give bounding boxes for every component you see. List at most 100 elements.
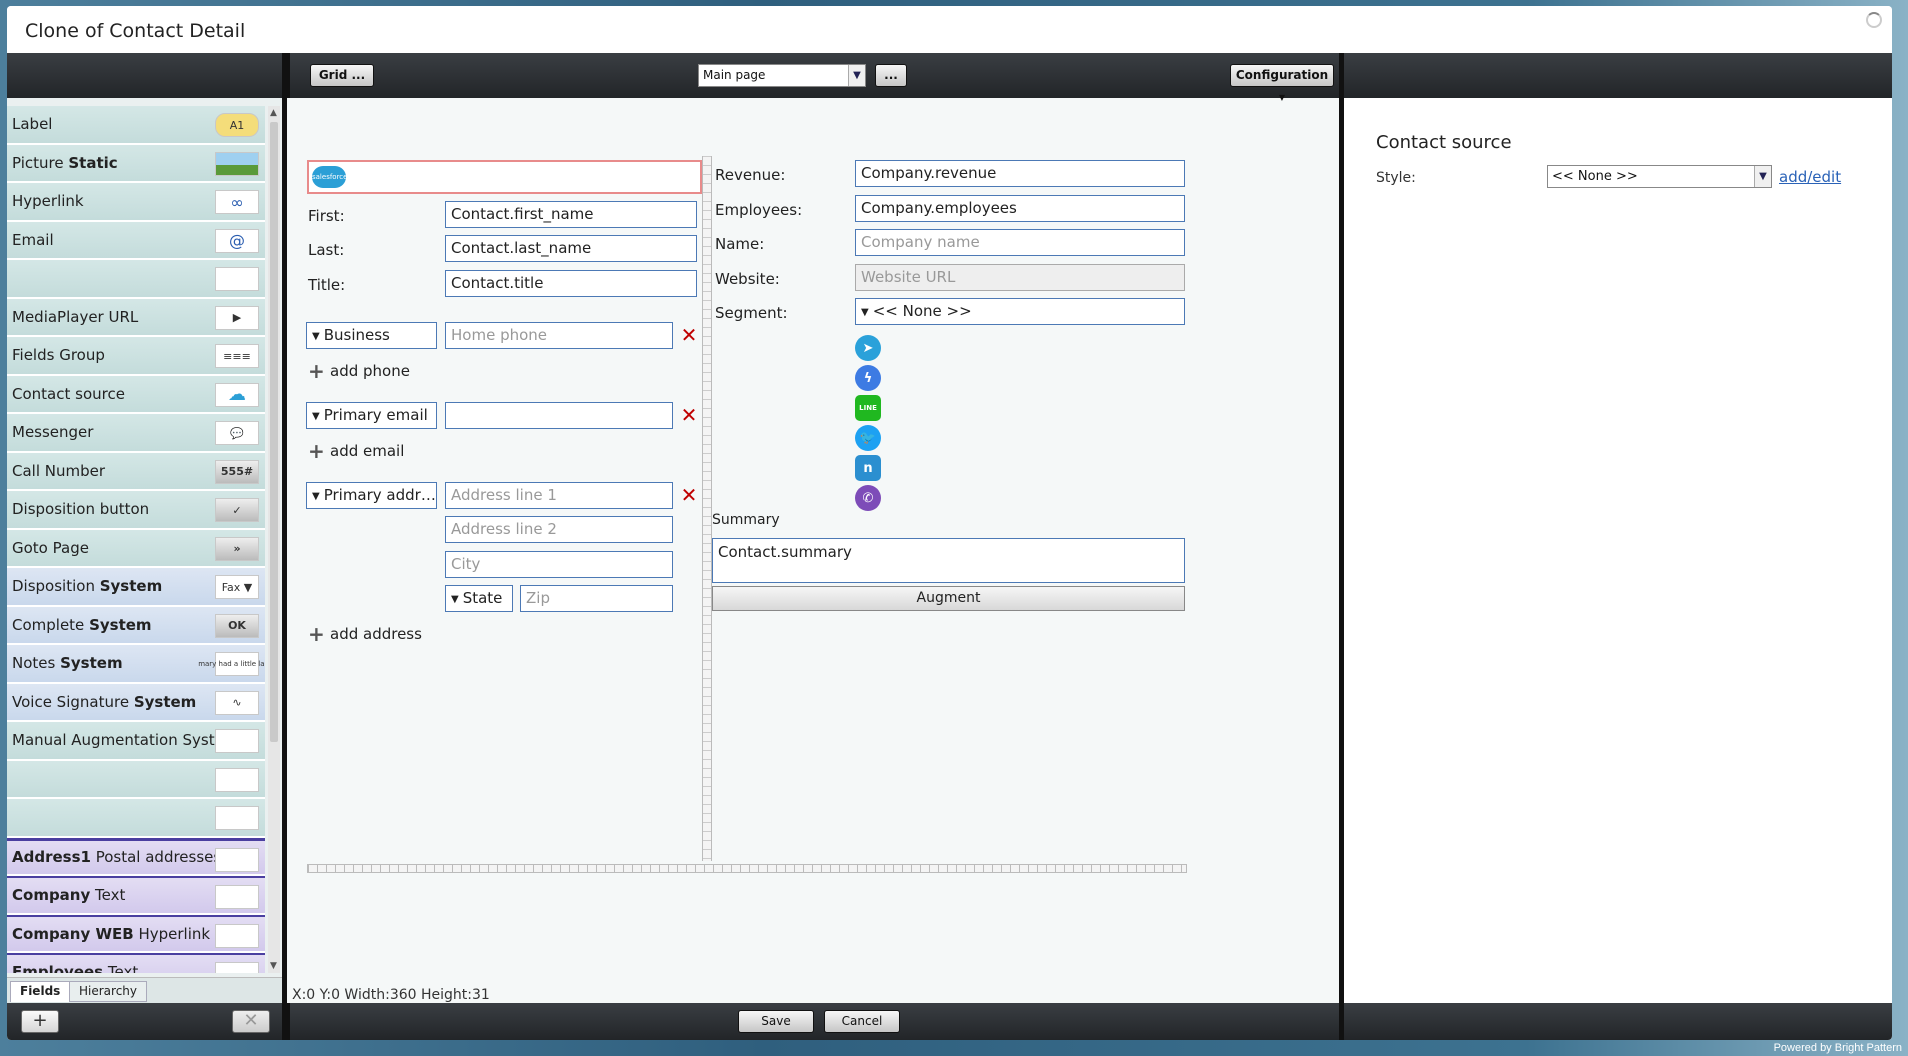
scroll-up-arrow-icon[interactable]: ▲: [270, 108, 277, 118]
tab-fields[interactable]: Fields: [10, 981, 71, 1002]
column-splitter[interactable]: [702, 156, 712, 861]
title-bar: Clone of Contact Detail: [7, 6, 1892, 53]
scroll-down-arrow-icon[interactable]: ▼: [270, 961, 277, 971]
delete-address-icon[interactable]: ✕: [680, 485, 698, 505]
revenue-field[interactable]: Company.revenue: [855, 160, 1185, 187]
palette-item-type: Notes: [12, 654, 61, 673]
last-name-field[interactable]: Contact.last_name: [445, 235, 697, 262]
delete-phone-icon[interactable]: ✕: [680, 325, 698, 345]
palette-item[interactable]: [7, 260, 265, 299]
palette-item-type: Disposition: [12, 577, 100, 596]
palette-item[interactable]: Disposition button ✓: [7, 491, 265, 530]
palette-item[interactable]: Company WEB Hyperlink: [7, 914, 265, 953]
add-email-label: add email: [330, 442, 405, 460]
city-field[interactable]: City: [445, 551, 673, 578]
home-phone-field[interactable]: Home phone: [445, 322, 673, 349]
page-options-button[interactable]: ...: [875, 64, 907, 87]
add-address-link[interactable]: + add address: [308, 622, 422, 646]
checkmark-icon: ✓: [215, 498, 259, 522]
segment-value: << None >>: [872, 302, 972, 320]
address-type-dropdown[interactable]: ▼ Primary addr…: [306, 482, 437, 509]
grid-button[interactable]: Grid ...: [310, 64, 374, 87]
zip-field[interactable]: Zip: [520, 585, 673, 612]
configuration-button[interactable]: Configuration ▼: [1230, 64, 1334, 102]
palette-item[interactable]: MediaPlayer URL ▶: [7, 298, 265, 337]
twitter-icon[interactable]: 🐦: [855, 425, 881, 451]
palette-item-suffix: System: [60, 654, 123, 673]
palette-item[interactable]: Disposition System Fax ▼: [7, 568, 265, 607]
revenue-label: Revenue:: [715, 166, 786, 184]
address-line1-field[interactable]: Address line 1: [445, 482, 673, 509]
tab-hierarchy[interactable]: Hierarchy: [69, 981, 148, 1002]
employees-label: Employees:: [715, 201, 803, 219]
caret-down-icon: ▼: [312, 331, 320, 342]
state-value: State: [462, 589, 503, 607]
palette-item[interactable]: [7, 799, 265, 838]
palette-item[interactable]: Complete System OK: [7, 606, 265, 645]
palette-scrollbar[interactable]: ▲ ▼: [268, 106, 280, 973]
palette-item[interactable]: Messenger 💬: [7, 414, 265, 453]
email-field[interactable]: [445, 402, 673, 429]
palette-item[interactable]: Employees Text: [7, 953, 265, 973]
address-line2-field[interactable]: Address line 2: [445, 516, 673, 543]
ok-icon: OK: [215, 613, 259, 638]
add-phone-label: add phone: [330, 362, 410, 380]
palette-item-name: Address1: [12, 848, 91, 867]
add-phone-link[interactable]: + add phone: [308, 359, 410, 383]
palette-item[interactable]: Company Text: [7, 876, 265, 915]
add-email-link[interactable]: + add email: [308, 439, 404, 463]
add-field-button[interactable]: +: [21, 1010, 59, 1033]
remove-field-button[interactable]: ✕: [232, 1010, 270, 1033]
email-type-dropdown[interactable]: ▼ Primary email: [306, 402, 437, 429]
salesforce-logo-icon: salesforce: [312, 166, 347, 188]
palette-item-label: Company WEB Hyperlink: [12, 925, 210, 943]
segment-dropdown[interactable]: ▼ << None >>: [855, 298, 1185, 325]
add-edit-link[interactable]: add/edit: [1779, 168, 1841, 186]
telegram-icon[interactable]: ➤: [855, 335, 881, 361]
contact-source-widget[interactable]: salesforce: [307, 160, 702, 194]
employees-field[interactable]: Company.employees: [855, 195, 1185, 222]
line-icon[interactable]: LINE: [855, 395, 881, 421]
blank-icon: [215, 962, 259, 973]
palette-item[interactable]: Address1 Postal addresses: [7, 837, 265, 876]
email-icon: @: [215, 228, 259, 253]
palette-item[interactable]: Goto Page »: [7, 529, 265, 568]
scroll-thumb[interactable]: [270, 122, 278, 742]
call-number-icon: 555#: [215, 459, 259, 484]
save-button[interactable]: Save: [738, 1010, 814, 1033]
title-field[interactable]: Contact.title: [445, 270, 697, 297]
palette-item[interactable]: [7, 760, 265, 799]
delete-email-icon[interactable]: ✕: [680, 405, 698, 425]
palette-item-label: Picture Static: [12, 154, 118, 172]
palette-item[interactable]: Email @: [7, 221, 265, 260]
style-select[interactable]: << None >> ▼: [1547, 165, 1772, 188]
configuration-label: Configuration: [1235, 68, 1329, 82]
state-dropdown[interactable]: ▼ State: [445, 585, 513, 612]
palette-item-type: Goto Page: [12, 538, 89, 557]
summary-field[interactable]: Contact.summary: [712, 538, 1185, 583]
palette-item[interactable]: Voice Signature System ∿: [7, 683, 265, 722]
palette-item[interactable]: Label A1: [7, 106, 265, 145]
palette-item[interactable]: Hyperlink ∞: [7, 183, 265, 222]
palette-item[interactable]: Fields Group ≡≡≡: [7, 337, 265, 376]
phone-type-dropdown[interactable]: ▼ Business: [306, 322, 437, 349]
palette-item-type: Postal addresses: [90, 848, 222, 867]
palette-item-type: Manual Augmentation Syst…: [12, 731, 230, 750]
grid-ruler[interactable]: [307, 864, 1187, 873]
page-select[interactable]: Main page ▼: [698, 64, 866, 87]
company-name-field[interactable]: Company name: [855, 229, 1185, 256]
palette-item[interactable]: Notes System mary had a little lamb: [7, 645, 265, 684]
first-name-field[interactable]: Contact.first_name: [445, 201, 697, 228]
facebook-messenger-icon[interactable]: ϟ: [855, 365, 881, 391]
augment-button[interactable]: Augment: [712, 586, 1185, 611]
nexmo-icon[interactable]: n: [855, 455, 881, 481]
viber-icon[interactable]: ✆: [855, 485, 881, 511]
palette-item[interactable]: Contact source ☁: [7, 375, 265, 414]
cancel-button[interactable]: Cancel: [824, 1010, 900, 1033]
palette-item[interactable]: Call Number 555#: [7, 452, 265, 491]
coordinates-readout: X:0 Y:0 Width:360 Height:31: [292, 987, 490, 1003]
website-field[interactable]: Website URL: [855, 264, 1185, 291]
palette-item[interactable]: Picture Static: [7, 144, 265, 183]
phone-type-value: Business: [323, 326, 390, 344]
palette-item[interactable]: Manual Augmentation Syst…: [7, 722, 265, 761]
